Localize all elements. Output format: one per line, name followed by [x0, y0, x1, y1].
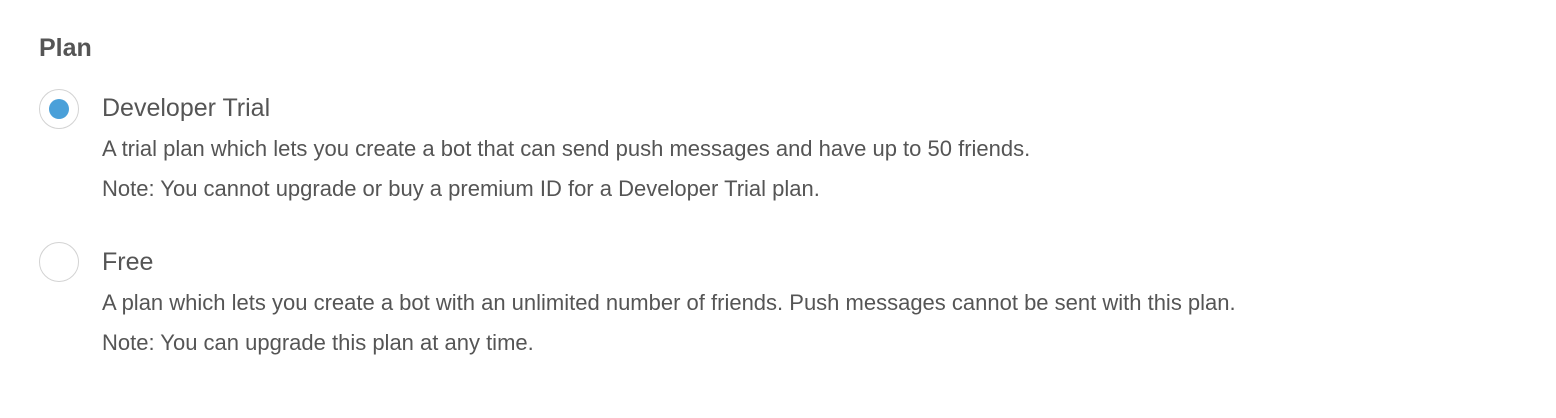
developer-trial-label[interactable]: Developer Trial: [102, 91, 270, 125]
free-note: Note: You can upgrade this plan at any t…: [102, 330, 534, 355]
developer-trial-note: Note: You cannot upgrade or buy a premiu…: [102, 176, 820, 201]
plan-option-developer-trial[interactable]: Developer Trial A trial plan which lets …: [39, 88, 1556, 208]
free-label[interactable]: Free: [102, 245, 153, 279]
free-description: A plan which lets you create a bot with …: [102, 290, 1236, 315]
free-radio[interactable]: [39, 242, 79, 282]
developer-trial-description: A trial plan which lets you create a bot…: [102, 136, 1031, 161]
developer-trial-radio[interactable]: [39, 89, 79, 129]
plan-heading: Plan: [39, 34, 92, 62]
radio-selected-dot: [49, 99, 69, 119]
plan-option-free[interactable]: Free A plan which lets you create a bot …: [39, 241, 1556, 361]
